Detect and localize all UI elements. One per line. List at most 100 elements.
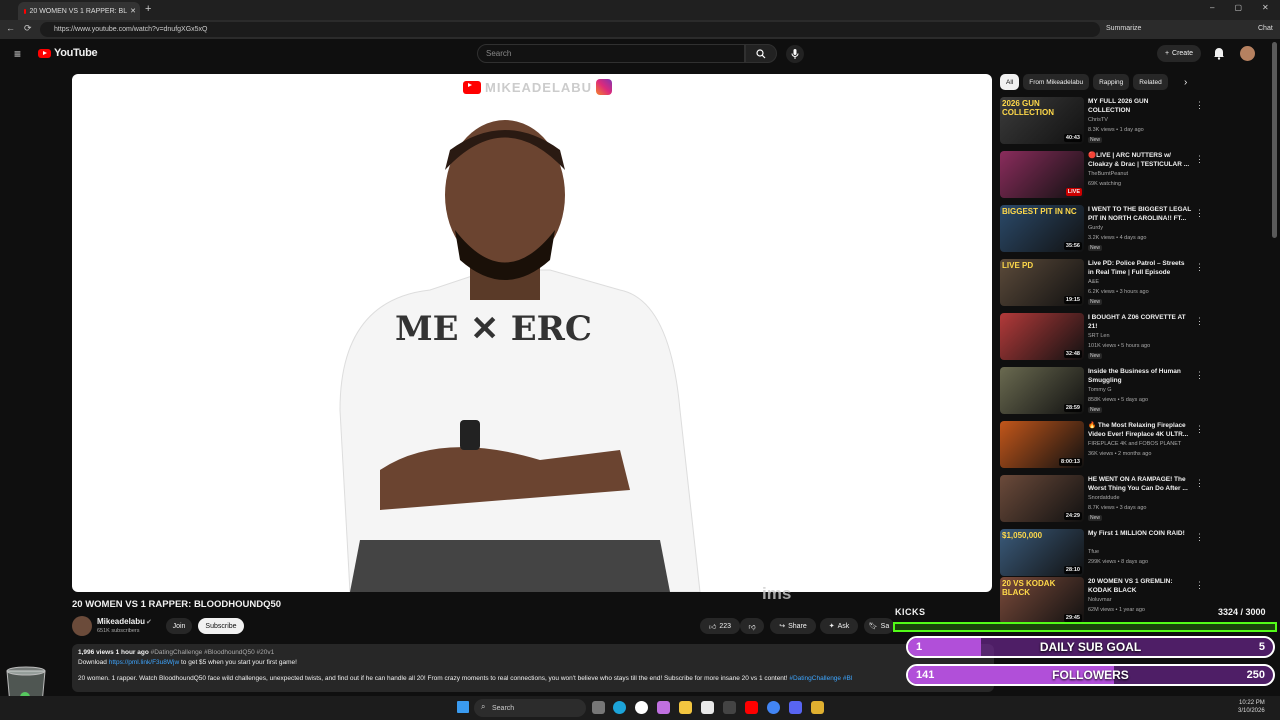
recommendation-channel[interactable]: Noluvmar [1088,597,1112,603]
more-options-icon[interactable]: ⋮ [1195,477,1204,489]
save-button[interactable]: 🔖︎ Sa [864,618,894,634]
recommendation-channel[interactable]: Tfue [1088,549,1099,555]
youtube-logo[interactable]: YouTube [38,47,98,59]
browser-tab[interactable]: 20 WOMEN VS 1 RAPPER: BL ✕ [18,2,140,20]
recommendation-channel[interactable]: ChrisTV [1088,117,1108,123]
copilot-icon[interactable] [657,701,670,714]
chrome-icon[interactable] [767,701,780,714]
refresh-icon[interactable]: ⟳ [24,23,32,34]
like-button[interactable]: 👍︎ 223 [700,618,740,634]
recommendation-title[interactable]: 20 WOMEN VS 1 GREMLIN: KODAK BLACK [1088,577,1192,595]
channel-avatar[interactable] [72,616,92,636]
chip-from-channel[interactable]: From Mikeadelabu [1023,74,1090,90]
edge-icon[interactable] [613,701,626,714]
recommendation-thumbnail[interactable]: BIGGEST PIT IN NC 35:56 [1000,205,1084,252]
taskbar-clock[interactable]: 10:22 PM 3/10/2026 [1238,699,1265,715]
recommendation-title[interactable]: My First 1 MILLION COIN RAID! [1088,529,1192,538]
search-button[interactable] [745,44,777,63]
recommendation-item[interactable]: 20 VS KODAK BLACK 29:45 20 WOMEN VS 1 GREM… [1000,577,1204,627]
recommendation-thumbnail[interactable]: 20 VS KODAK BLACK 29:45 [1000,577,1084,624]
more-options-icon[interactable]: ⋮ [1195,369,1204,381]
recommendation-title[interactable]: Inside the Business of Human Smuggling [1088,367,1192,385]
more-options-icon[interactable]: ⋮ [1195,579,1204,591]
recommendation-thumbnail[interactable]: 2026 GUN COLLECTION 40:43 [1000,97,1084,144]
file-explorer-icon[interactable] [679,701,692,714]
recommendation-item[interactable]: 24:29 HE WENT ON A RAMPAGE! The Worst Thi… [1000,475,1204,525]
recommendation-item[interactable]: LIVE PD 19:15 Live PD: Police Patrol – Str… [1000,259,1204,309]
subscribe-button[interactable]: Subscribe [198,618,244,634]
more-options-icon[interactable]: ⋮ [1195,207,1204,219]
recommendation-item[interactable]: 2026 GUN COLLECTION 40:43 MY FULL 2026 GUN… [1000,97,1204,147]
dislike-button[interactable]: 👎︎ [740,618,764,634]
recommendation-thumbnail[interactable]: 28:59 [1000,367,1084,414]
recommendation-title[interactable]: I BOUGHT A Z06 CORVETTE AT 21! [1088,313,1192,331]
chips-next-icon[interactable]: › [1184,77,1187,88]
taskbar-search[interactable]: Search [474,699,586,717]
recommendation-title[interactable]: 🔥 The Most Relaxing Fireplace Video Ever… [1088,421,1192,439]
youtube-app-icon[interactable] [745,701,758,714]
recommendation-item[interactable]: 28:59 Inside the Business of Human Smuggl… [1000,367,1204,417]
more-options-icon[interactable]: ⋮ [1195,153,1204,165]
recommendation-title[interactable]: HE WENT ON A RAMPAGE! The Worst Thing Yo… [1088,475,1192,493]
close-window-icon[interactable]: ✕ [1262,3,1269,12]
chat-button[interactable]: Chat [1258,25,1273,32]
recommendation-channel[interactable]: A&E [1088,279,1099,285]
recommendation-thumbnail[interactable]: LIVE [1000,151,1084,198]
recommendation-channel[interactable]: Gurdy [1088,225,1103,231]
recommendation-item[interactable]: 8:00:13 🔥 The Most Relaxing Fireplace Vid… [1000,421,1204,471]
description-body-tags[interactable]: #DatingChallenge #Bl [789,675,852,682]
recommendation-title[interactable]: I WENT TO THE BIGGEST LEGAL PIT IN NORTH… [1088,205,1192,223]
join-button[interactable]: Join [166,618,192,634]
recommendation-item[interactable]: 32:48 I BOUGHT A Z06 CORVETTE AT 21! SRT L… [1000,313,1204,363]
windows-start-icon[interactable] [457,701,469,713]
recommendation-item[interactable]: $1,050,000 28:10 My First 1 MILLION COIN R… [1000,529,1204,579]
account-avatar[interactable] [1240,46,1255,61]
recommendation-channel[interactable]: SRT Len [1088,333,1110,339]
store-icon[interactable] [701,701,714,714]
more-options-icon[interactable]: ⋮ [1195,423,1204,435]
voice-search-button[interactable] [786,45,804,63]
recommendation-thumbnail[interactable]: 8:00:13 [1000,421,1084,468]
recommendation-title[interactable]: Live PD: Police Patrol – Streets in Real… [1088,259,1192,277]
download-link[interactable]: https://pml.link/F3u8Wjw [109,659,179,666]
app-icon-2[interactable] [811,701,824,714]
description-hashtags[interactable]: #DatingChallenge #BloodhoundQ50 #20v1 [151,649,275,656]
app-icon[interactable] [723,701,736,714]
new-tab-icon[interactable]: + [145,3,151,15]
recommendation-thumbnail[interactable]: 32:48 [1000,313,1084,360]
recommendation-title[interactable]: 🔴LIVE | ARC NUTTERS w/ Cloakzy & Drac | … [1088,151,1192,169]
recommendation-item[interactable]: BIGGEST PIT IN NC 35:56 I WENT TO THE BIGG… [1000,205,1204,255]
xbox-icon[interactable] [635,701,648,714]
more-options-icon[interactable]: ⋮ [1195,531,1204,543]
recommendation-channel[interactable]: Tommy G [1088,387,1112,393]
description-box[interactable]: 1,996 views 1 hour ago #DatingChallenge … [72,644,994,692]
recommendation-thumbnail[interactable]: 24:29 [1000,475,1084,522]
chip-related[interactable]: Related [1133,74,1168,90]
discord-icon[interactable] [789,701,802,714]
create-button[interactable]: + Create [1157,45,1201,62]
recommendation-title[interactable]: MY FULL 2026 GUN COLLECTION [1088,97,1192,115]
back-icon[interactable]: ← [6,23,15,33]
recommendation-item[interactable]: LIVE 🔴LIVE | ARC NUTTERS w/ Cloakzy & Dra… [1000,151,1204,201]
more-options-icon[interactable]: ⋮ [1195,99,1204,111]
chip-rapping[interactable]: Rapping [1093,74,1130,90]
channel-name[interactable]: Mikeadelabu [97,617,145,626]
more-options-icon[interactable]: ⋮ [1195,261,1204,273]
menu-icon[interactable]: ≡ [14,47,21,61]
share-button[interactable]: ↪ Share [770,618,816,634]
maximize-icon[interactable]: ▢ [1234,3,1242,12]
recommendation-thumbnail[interactable]: $1,050,000 28:10 [1000,529,1084,576]
recommendation-channel[interactable]: Snordatdude [1088,495,1120,501]
search-input[interactable]: Search [477,44,745,63]
more-options-icon[interactable]: ⋮ [1195,315,1204,327]
task-view-icon[interactable] [592,701,605,714]
ask-button[interactable]: ✦ Ask [820,618,858,634]
minimize-icon[interactable]: – [1210,3,1214,12]
page-scrollbar[interactable] [1272,42,1277,238]
recommendation-channel[interactable]: FIREPLACE 4K and FOBOS PLANET [1088,441,1181,447]
address-bar[interactable]: https://www.youtube.com/watch?v=dnufgXGx… [40,22,1100,37]
chip-all[interactable]: All [1000,74,1020,90]
recommendation-channel[interactable]: TheBurntPeanut [1088,171,1128,177]
notifications-bell-icon[interactable] [1212,46,1226,60]
close-tab-icon[interactable]: ✕ [130,7,136,15]
